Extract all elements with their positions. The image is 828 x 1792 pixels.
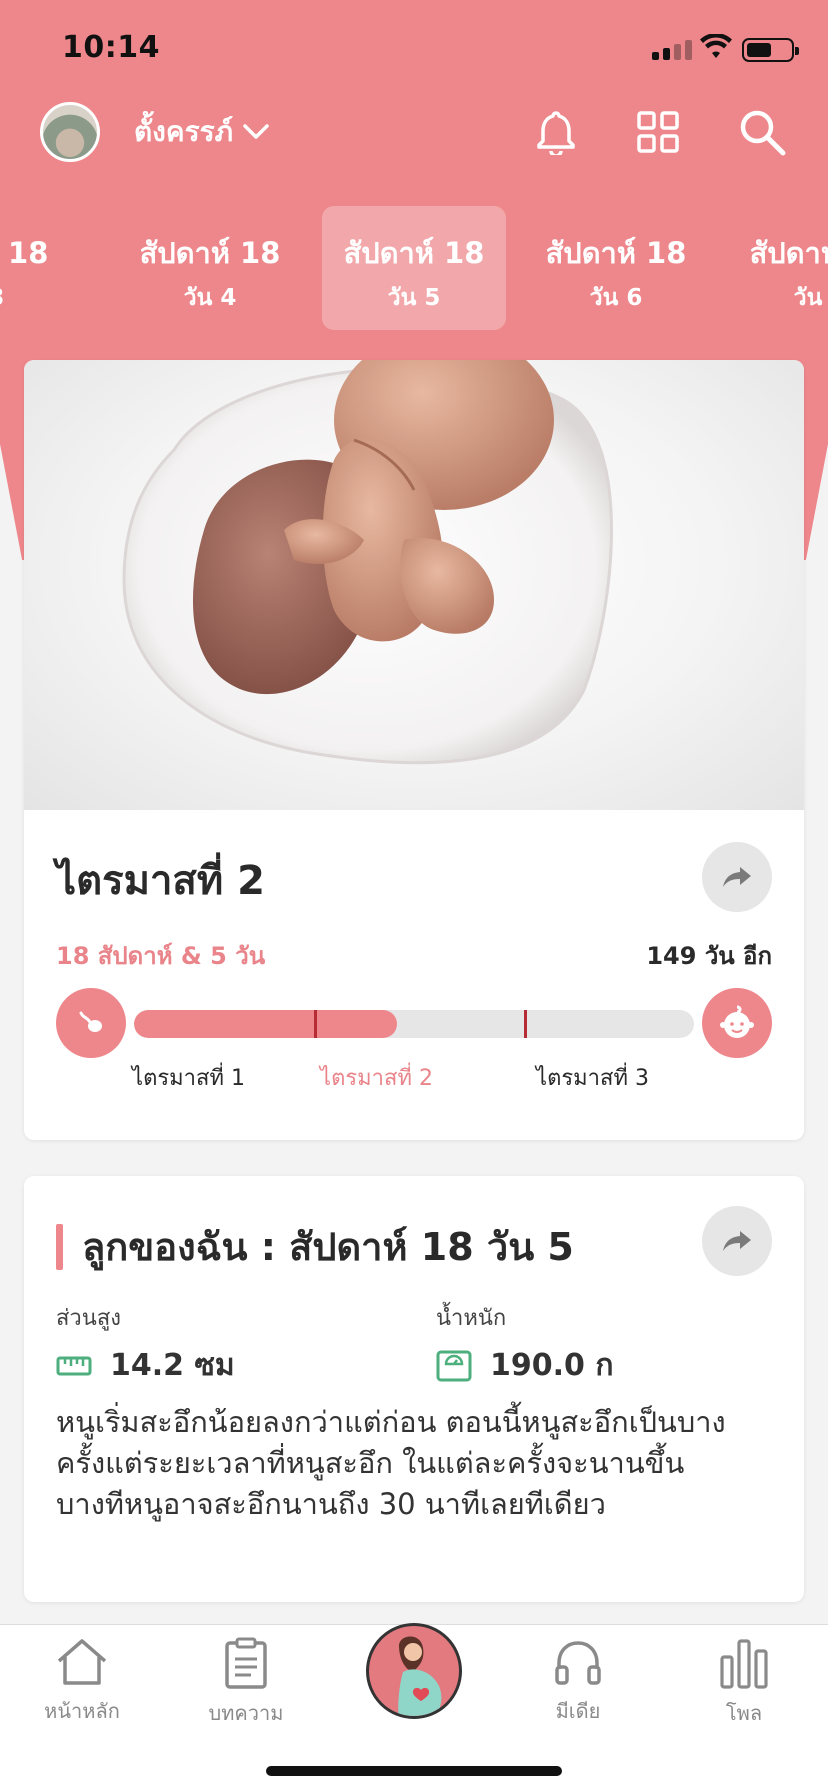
fetus-illustration <box>24 360 804 810</box>
app-header: ตั้งครรภ์ <box>0 100 828 164</box>
tab-articles[interactable]: บทความ <box>186 1637 306 1729</box>
weight-label: น้ำหนัก <box>436 1306 507 1331</box>
tab-pregnancy-center[interactable] <box>366 1623 462 1719</box>
notification-bell-icon[interactable] <box>528 104 584 160</box>
scale-icon <box>436 1350 472 1381</box>
elapsed-time: 18 สัปดาห์ & 5 วัน <box>56 942 266 970</box>
sperm-icon <box>56 988 126 1058</box>
clipboard-icon <box>225 1637 267 1689</box>
tab-home[interactable]: หน้าหลัก <box>22 1637 142 1727</box>
week-tab[interactable]: สัปดาห์ 18 วัน 6 <box>524 206 708 330</box>
week-tab[interactable]: สัปดาห์ 18 วัน 3 <box>0 206 70 330</box>
pregnancy-progress-bar <box>134 1010 694 1038</box>
home-icon <box>57 1639 107 1685</box>
weight-stat: 190.0 ก <box>436 1342 614 1389</box>
trimester-label-current: ไตรมาสที่ 2 <box>320 1066 433 1091</box>
tab-polls[interactable]: โพล <box>684 1637 804 1729</box>
status-bar: 10:14 <box>0 0 828 96</box>
tab-label: มีเดีย <box>555 1699 601 1723</box>
trimester-title: ไตรมาสที่ 2 <box>56 858 265 904</box>
avatar[interactable] <box>40 102 100 162</box>
ruler-icon <box>56 1356 92 1375</box>
share-arrow-icon <box>723 867 751 887</box>
bar-chart-icon <box>720 1639 768 1689</box>
height-label: ส่วนสูง <box>56 1306 121 1331</box>
days-remaining: 149 วัน อีก <box>646 942 772 970</box>
baby-card-title: ลูกของฉัน : สัปดาห์ 18 วัน 5 <box>82 1225 574 1269</box>
tab-media[interactable]: มีเดีย <box>518 1637 638 1727</box>
share-arrow-icon <box>723 1231 751 1251</box>
mode-label: ตั้งครรภ์ <box>134 115 234 148</box>
baby-face-icon <box>702 988 772 1058</box>
home-indicator <box>266 1766 562 1776</box>
pregnancy-progress-card: ไตรมาสที่ 2 18 สัปดาห์ & 5 วัน 149 วัน อ… <box>24 360 804 1140</box>
height-value: 14.2 ซม <box>110 1348 235 1383</box>
wifi-icon <box>700 34 732 58</box>
week-day-selector: สัปดาห์ 18 วัน 3 สัปดาห์ 18 วัน 4 สัปดาห… <box>0 206 828 330</box>
week-tab[interactable]: สัปดาห์ 18 วัน 4 <box>118 206 302 330</box>
headphones-icon <box>555 1641 601 1685</box>
search-icon[interactable] <box>734 104 790 160</box>
weight-value: 190.0 ก <box>490 1348 614 1383</box>
tab-label: บทความ <box>208 1701 284 1725</box>
tab-label: โพล <box>725 1701 763 1725</box>
height-stat: 14.2 ซม <box>56 1342 235 1389</box>
tab-label: หน้าหลัก <box>44 1699 120 1723</box>
pregnant-woman-icon <box>398 1636 442 1716</box>
trimester-label: ไตรมาสที่ 1 <box>132 1066 245 1091</box>
description-text: หนูเริ่มสะอึกน้อยลงกว่าแต่ก่อน ตอนนี้หนู… <box>56 1405 726 1480</box>
week-tab-selected[interactable]: สัปดาห์ 18 วัน 5 <box>322 206 506 330</box>
trimester-marker <box>314 1010 317 1038</box>
week-tab[interactable]: สัปดาห์ 18 วัน 7 <box>728 206 828 330</box>
grid-menu-icon[interactable] <box>630 104 686 160</box>
section-accent-bar <box>56 1224 63 1270</box>
progress-fill <box>134 1010 398 1038</box>
baby-info-card: ลูกของฉัน : สัปดาห์ 18 วัน 5 ส่วนสูง 14.… <box>24 1176 804 1602</box>
description-text: บางทีหนูอาจสะอึกนานถึง 30 นาทีเลยทีเดียว <box>56 1487 606 1521</box>
share-button[interactable] <box>702 1206 772 1276</box>
chevron-down-icon <box>243 124 269 139</box>
status-time: 10:14 <box>62 30 160 65</box>
cellular-signal-icon <box>652 40 692 60</box>
battery-icon <box>742 38 799 62</box>
mode-selector[interactable]: ตั้งครรภ์ <box>134 110 269 154</box>
trimester-marker <box>524 1010 527 1038</box>
trimester-label: ไตรมาสที่ 3 <box>536 1066 649 1091</box>
share-button[interactable] <box>702 842 772 912</box>
baby-description: หนูเริ่มสะอึกน้อยลงกว่าแต่ก่อน ตอนนี้หนู… <box>56 1402 772 1525</box>
